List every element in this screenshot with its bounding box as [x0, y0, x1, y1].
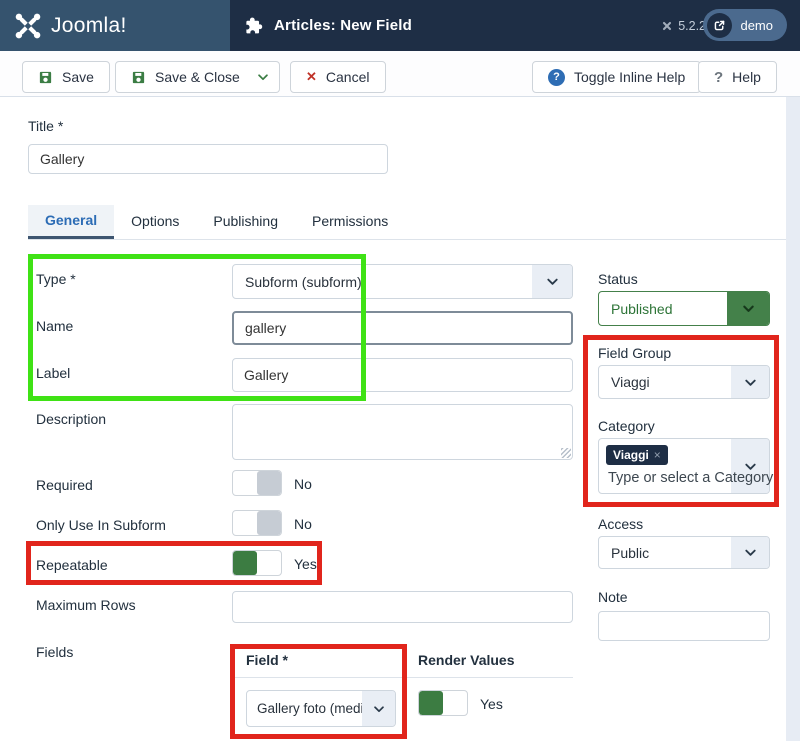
- tab-options[interactable]: Options: [114, 205, 196, 239]
- save-and-close-label: Save & Close: [155, 69, 240, 85]
- status-select-value: Published: [611, 301, 673, 317]
- chevron-down-icon: [532, 265, 572, 298]
- page-title-text: Articles: New Field: [274, 17, 412, 34]
- title-input[interactable]: [28, 144, 388, 174]
- only-use-in-subform-toggle[interactable]: [232, 510, 282, 536]
- type-select[interactable]: Subform (subform): [232, 264, 573, 299]
- chevron-down-icon: [256, 70, 270, 84]
- tab-bar: General Options Publishing Permissions: [28, 205, 786, 240]
- subfield-field-select[interactable]: Gallery foto (media): [246, 690, 396, 727]
- field-group-label: Field Group: [598, 345, 671, 361]
- only-use-in-subform-state: No: [294, 516, 312, 532]
- label-input[interactable]: [232, 358, 573, 392]
- cancel-label: Cancel: [326, 69, 370, 85]
- logo-text: Joomla!: [51, 14, 127, 38]
- fields-label: Fields: [36, 644, 73, 660]
- save-label: Save: [62, 69, 94, 85]
- access-select-value: Public: [611, 545, 649, 561]
- version-indicator: 5.2.2: [661, 0, 706, 51]
- page-title: Articles: New Field: [244, 0, 412, 51]
- save-options-dropdown-button[interactable]: [247, 61, 280, 93]
- joomla-mini-icon: [661, 20, 673, 32]
- description-label: Description: [36, 411, 106, 427]
- subfield-header-divider: [232, 677, 573, 678]
- chevron-down-icon: [362, 691, 395, 726]
- note-label: Note: [598, 589, 628, 605]
- description-textarea[interactable]: [232, 404, 573, 460]
- cancel-x-icon: ✕: [306, 69, 317, 85]
- demo-label: demo: [740, 18, 773, 33]
- tab-permissions[interactable]: Permissions: [295, 205, 405, 239]
- access-label: Access: [598, 516, 643, 532]
- status-select[interactable]: Published: [598, 291, 770, 326]
- save-button[interactable]: Save: [22, 61, 110, 93]
- field-group-select[interactable]: Viaggi: [598, 365, 770, 399]
- title-label: Title *: [28, 118, 63, 134]
- type-select-value: Subform (subform): [245, 274, 362, 290]
- chevron-down-icon: [727, 292, 769, 325]
- chevron-down-icon: [731, 366, 769, 398]
- repeatable-label: Repeatable: [36, 557, 108, 573]
- tab-publishing[interactable]: Publishing: [196, 205, 295, 239]
- only-use-in-subform-label: Only Use In Subform: [36, 517, 166, 533]
- help-question-icon: ?: [714, 69, 723, 86]
- subfield-field-header: Field *: [246, 652, 288, 668]
- category-combobox[interactable]: Viaggi × Type or select a Category: [598, 438, 770, 494]
- name-input[interactable]: [232, 311, 573, 345]
- save-and-close-button[interactable]: Save & Close: [115, 61, 256, 93]
- version-text: 5.2.2: [678, 19, 706, 33]
- maximum-rows-label: Maximum Rows: [36, 597, 136, 613]
- type-label: Type *: [36, 271, 76, 287]
- header-bar: Joomla! Articles: New Field 5.2.2: [0, 0, 800, 51]
- repeatable-toggle[interactable]: [232, 550, 282, 576]
- save-icon: [38, 70, 53, 85]
- category-placeholder: Type or select a Category: [608, 470, 773, 486]
- help-button[interactable]: ? Help: [698, 61, 777, 93]
- render-values-state: Yes: [480, 696, 503, 712]
- category-label: Category: [598, 418, 655, 434]
- required-state: No: [294, 476, 312, 492]
- inline-help-icon: ?: [548, 69, 565, 86]
- puzzle-icon: [244, 16, 263, 35]
- required-label: Required: [36, 477, 93, 493]
- toggle-inline-help-button[interactable]: ? Toggle Inline Help: [532, 61, 701, 93]
- label-label: Label: [36, 365, 70, 381]
- joomla-brand[interactable]: Joomla!: [0, 0, 230, 51]
- name-label: Name: [36, 318, 73, 334]
- repeatable-state: Yes: [294, 556, 317, 572]
- subfield-field-value: Gallery foto (media): [257, 701, 376, 716]
- status-label: Status: [598, 271, 638, 287]
- chevron-down-icon: [731, 537, 769, 568]
- page-background-strip: [786, 97, 800, 741]
- save-icon: [131, 70, 146, 85]
- tab-general[interactable]: General: [28, 205, 114, 239]
- joomla-logo-icon: [14, 12, 42, 40]
- required-toggle[interactable]: [232, 470, 282, 496]
- note-input[interactable]: [598, 611, 770, 641]
- joomla-admin-screen: Joomla! Articles: New Field 5.2.2: [0, 0, 800, 741]
- render-values-header: Render Values: [418, 652, 515, 668]
- external-link-icon: [707, 13, 732, 38]
- help-label: Help: [732, 69, 761, 85]
- render-values-toggle[interactable]: [418, 690, 468, 716]
- access-select[interactable]: Public: [598, 536, 770, 569]
- maximum-rows-input[interactable]: [232, 591, 573, 623]
- category-tag: Viaggi ×: [606, 445, 668, 465]
- demo-site-button[interactable]: demo: [703, 9, 787, 41]
- category-tag-label: Viaggi: [613, 448, 649, 462]
- remove-tag-icon[interactable]: ×: [654, 448, 661, 462]
- cancel-button[interactable]: ✕ Cancel: [290, 61, 386, 93]
- toggle-inline-help-label: Toggle Inline Help: [574, 69, 685, 85]
- field-group-select-value: Viaggi: [611, 374, 650, 390]
